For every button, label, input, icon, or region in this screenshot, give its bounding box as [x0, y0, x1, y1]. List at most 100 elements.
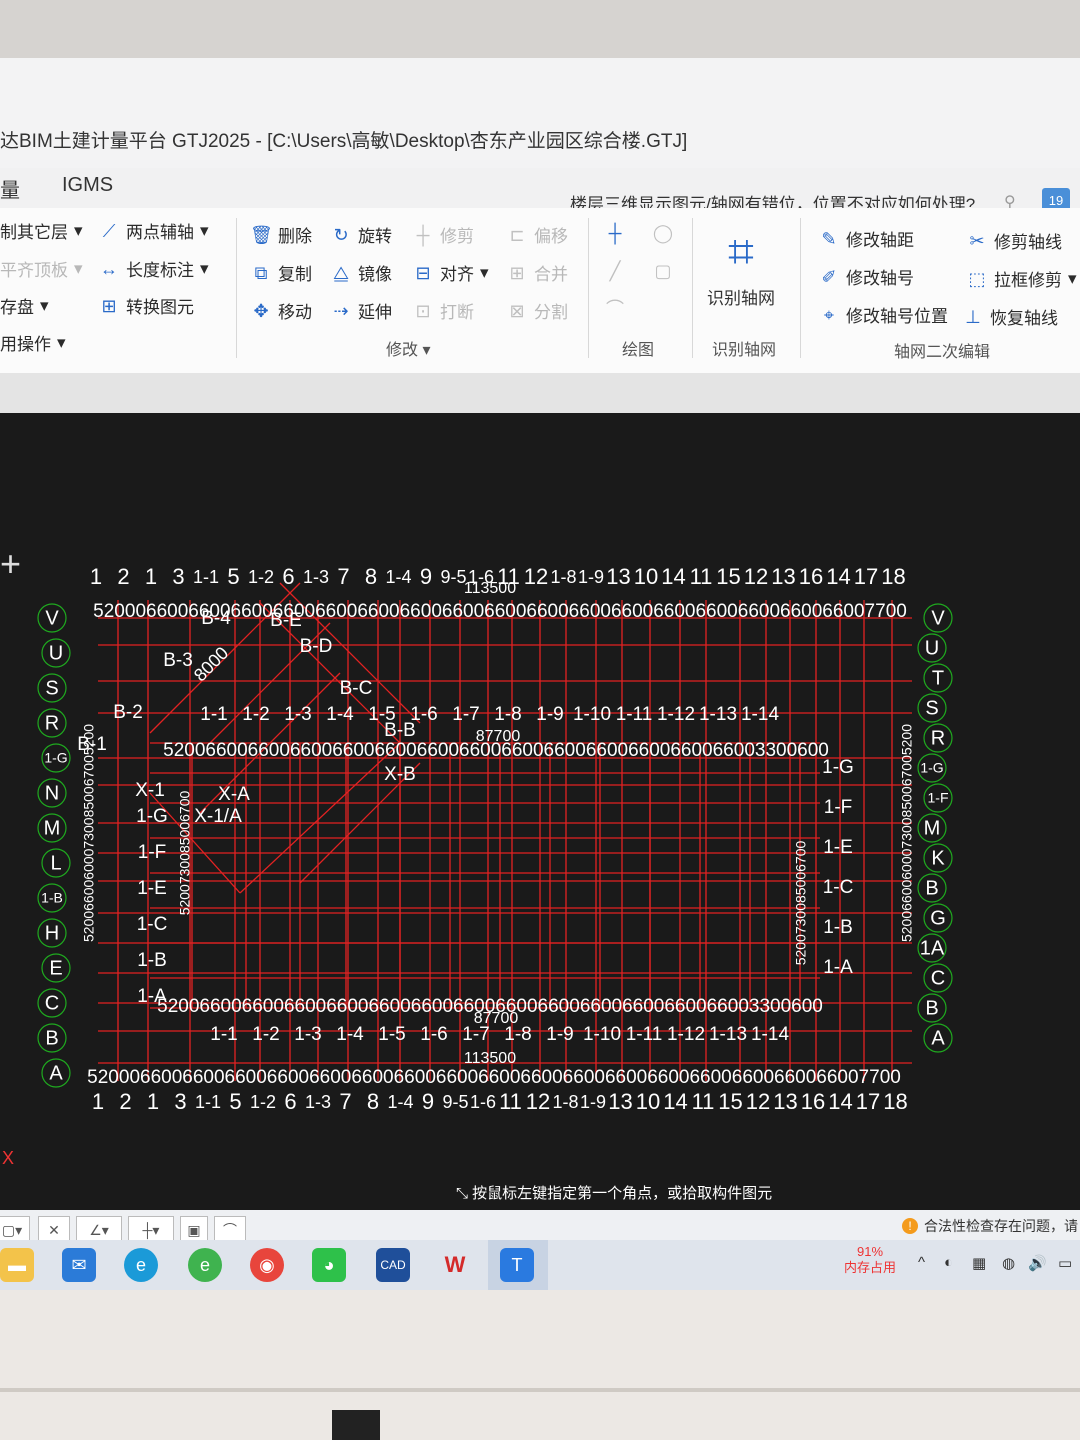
menu-item-quantity[interactable]: 量 — [0, 174, 20, 203]
top-axis-number: 12 — [744, 564, 768, 589]
chevron-up-icon[interactable]: ^ — [918, 1254, 925, 1271]
drawing-canvas[interactable]: 1 1 2 2 1 1 3 3 1-1 1-1 5 5 1-2 1-2 6 6 1-3 1-3 7 7 8 8 1-4 1-4… — [0, 413, 1080, 1183]
modify-number-pos-button[interactable]: ⌖ 修改轴号位置 — [818, 302, 948, 327]
taskbar: ▬ ✉ e e ◉ ◕ CAD W T 91% 内存占用 ^ ◐ ▦ ◍ 🔊 ▭ — [0, 1240, 1080, 1290]
mirror-label: 镜像 — [358, 265, 392, 284]
bottom-axis-number: 9-5 — [442, 1092, 468, 1112]
identify-axis-button[interactable]: ⌗ 识别轴网 — [698, 226, 784, 326]
bottom-axis-number: 15 — [718, 1089, 742, 1114]
inner-bottom-total: 87700 — [474, 1010, 519, 1027]
validation-warning[interactable]: ! 合法性检查存在问题，请 — [902, 1216, 1078, 1236]
menu-item-igms[interactable]: IGMS — [62, 174, 113, 197]
status-bar: ⤡ 按鼠标左键指定第一个角点，或拾取构件图元 — [0, 1178, 1080, 1210]
inner-axis-number: 1-3 — [284, 704, 311, 725]
number-position-icon: ⌖ — [823, 304, 835, 325]
delete-button[interactable]: 🗑 删除 — [250, 222, 312, 247]
top-axis-number: 1-1 — [193, 567, 219, 587]
memory-usage[interactable]: 91% 内存占用 — [844, 1244, 896, 1276]
inner-row-label: 1-F — [824, 797, 853, 818]
draw-rect-button[interactable]: ▢ — [652, 260, 674, 282]
trim-icon: ┼ — [416, 224, 430, 245]
bottom-axis-number: 14 — [663, 1089, 687, 1114]
top-axis-number: 16 — [799, 564, 823, 589]
volume-icon[interactable]: 🔊 — [1028, 1254, 1047, 1272]
two-point-axis-label: 两点辅轴 — [126, 223, 194, 242]
merge-button[interactable]: ⊞ 合并 — [506, 260, 568, 285]
save-label: 存盘 — [0, 298, 34, 317]
bottom-axis-number: 1-9 — [580, 1092, 606, 1112]
file-explorer-icon[interactable]: ▬ — [0, 1248, 34, 1282]
merge-label: 合并 — [534, 265, 568, 284]
network-icon[interactable]: ◍ — [1002, 1254, 1015, 1272]
gtj-app-icon[interactable]: T — [500, 1248, 534, 1282]
modify-group-label[interactable]: 修改 ▾ — [386, 336, 431, 360]
top-axis-number: 2 — [117, 564, 129, 589]
modify-spacing-button[interactable]: ✎ 修改轴距 — [818, 226, 914, 251]
diagonal-axis-label: X-1/A — [194, 806, 242, 827]
left-axis-number: R — [45, 712, 59, 734]
split-button[interactable]: ⊠ 分割 — [506, 298, 568, 323]
inner-axis-number: 1-6 — [420, 1024, 447, 1045]
restore-axis-button[interactable]: ⊥ 恢复轴线 — [962, 304, 1058, 329]
draw-line-button[interactable]: ╱ — [604, 260, 626, 282]
line-icon: ╱ — [609, 261, 621, 281]
axis-grid-drawing[interactable]: 112211331-11-1551-21-2661-31-377881-41-4… — [0, 413, 1080, 1183]
chevron-down-icon: ▾ — [480, 262, 489, 282]
align-icon: ⊟ — [415, 262, 431, 283]
inner-axis-number: 1-2 — [242, 704, 269, 725]
qq-icon[interactable]: ◐ — [944, 1254, 953, 1271]
ie-browser-icon[interactable]: e — [188, 1248, 222, 1282]
delete-label: 删除 — [278, 227, 312, 246]
draw-arc-button[interactable]: ⌒ — [604, 298, 626, 320]
bottom-axis-number: 5 — [229, 1089, 241, 1114]
extend-button[interactable]: ⇢ 延伸 — [330, 298, 392, 323]
copy-button[interactable]: ⧉ 复制 — [250, 260, 312, 285]
mirror-button[interactable]: ⧋ 镜像 — [330, 260, 392, 285]
two-point-axis-button[interactable]: ⟋ 两点辅轴 ▾ — [98, 218, 209, 243]
inner-axis-number: 1-4 — [336, 1024, 364, 1045]
inner-axis-number: 1-3 — [294, 1024, 321, 1045]
ribbon: 制其它层 ▾ 平齐顶板 ▾ 存盘 ▾ 用操作 ▾ ⟋ 两点辅轴 ▾ ↔ 长度标注 ▾ ⊞ 转换图元… — [0, 208, 1080, 374]
top-axis-number: 9-5 — [440, 567, 466, 587]
right-axis-number: M — [924, 817, 941, 839]
offset-button[interactable]: ⊏ 偏移 — [506, 222, 568, 247]
rotate-button[interactable]: ↻ 旋转 — [330, 222, 392, 247]
windows-icon[interactable]: ▦ — [972, 1254, 986, 1272]
break-button[interactable]: ⊡ 打断 — [412, 298, 474, 323]
wps-icon[interactable]: W — [438, 1248, 472, 1282]
convert-element-label: 转换图元 — [126, 298, 194, 317]
common-ops-button[interactable]: 用操作 ▾ — [0, 330, 66, 355]
wechat-icon[interactable]: ◕ — [312, 1248, 346, 1282]
length-dim-button[interactable]: ↔ 长度标注 ▾ — [98, 256, 209, 281]
trim-axis-button[interactable]: ✂ 修剪轴线 — [966, 228, 1062, 253]
modify-number-button[interactable]: ✐ 修改轴号 — [818, 264, 914, 289]
draw-circle-button[interactable]: ◯ — [652, 222, 674, 244]
chrome-icon[interactable]: ◉ — [250, 1248, 284, 1282]
align-button[interactable]: ⊟ 对齐 ▾ — [412, 260, 489, 285]
top-axis-number: 10 — [634, 564, 658, 589]
draw-point-button[interactable]: ┼ — [604, 222, 626, 244]
keyboard-icon[interactable]: ▭ — [1058, 1254, 1072, 1272]
inner-axis-number: 1-13 — [709, 1024, 747, 1045]
monitor-stand — [332, 1410, 380, 1440]
restore-icon: ⊥ — [965, 306, 981, 327]
inner-row-label: 1-B — [137, 950, 167, 971]
flush-slab-button[interactable]: 平齐顶板 ▾ — [0, 256, 83, 281]
cad-icon[interactable]: CAD — [376, 1248, 410, 1282]
save-button[interactable]: 存盘 ▾ — [0, 293, 49, 318]
bottom-axis-number: 1-1 — [195, 1092, 221, 1112]
box-trim-button[interactable]: ⬚ 拉框修剪 ▾ — [966, 266, 1076, 291]
bottom-axis-number: 1 — [147, 1089, 159, 1114]
convert-icon: ⊞ — [101, 295, 117, 316]
inner-row-label: 1-E — [823, 837, 853, 858]
circle-icon: ◯ — [652, 223, 674, 243]
trim-label: 修剪 — [440, 227, 474, 246]
trim-button[interactable]: ┼ 修剪 — [412, 222, 474, 247]
draw-group-label: 绘图 — [622, 342, 655, 359]
mail-icon[interactable]: ✉ — [62, 1248, 96, 1282]
copy-other-floor-button[interactable]: 制其它层 ▾ — [0, 218, 83, 243]
move-button[interactable]: ✥ 移动 — [250, 298, 312, 323]
convert-element-button[interactable]: ⊞ 转换图元 — [98, 293, 194, 318]
edge-browser-icon[interactable]: e — [124, 1248, 158, 1282]
left-axis-number: N — [45, 782, 59, 804]
